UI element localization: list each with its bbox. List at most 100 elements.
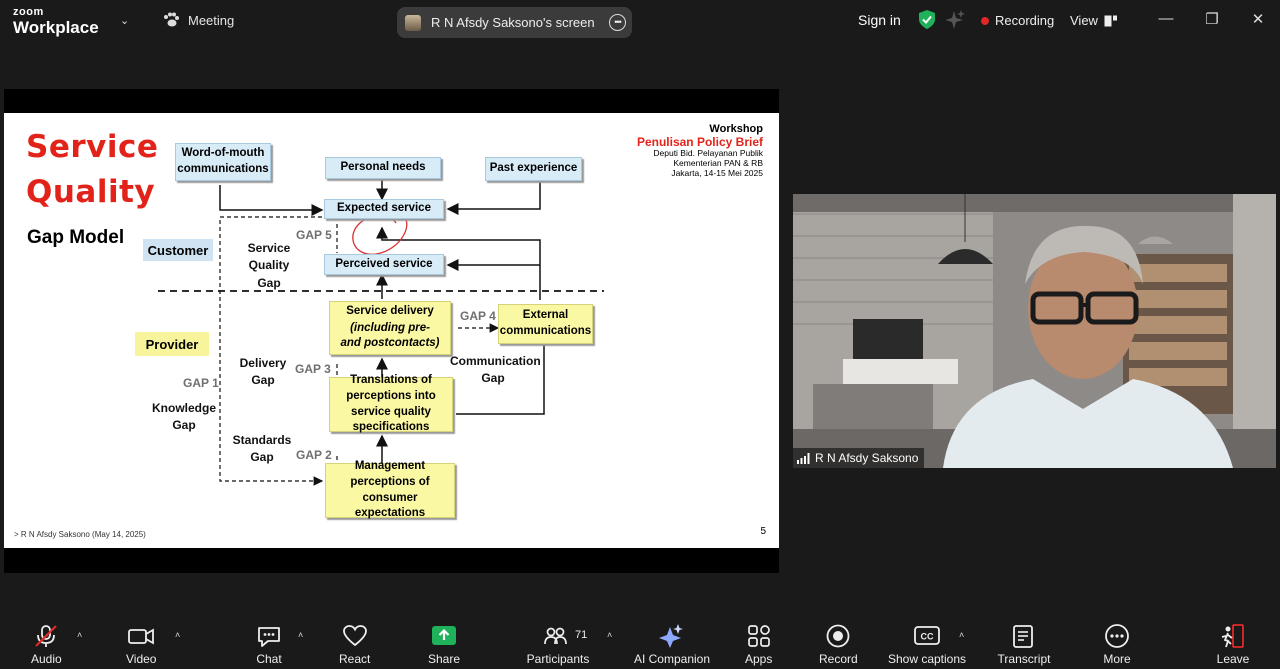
gap3-label: GAP 3 [295,362,331,376]
slide-footer: > R N Afsdy Saksono (May 14, 2025) [14,530,146,539]
customer-label: Customer [143,239,213,261]
more-options-icon[interactable]: ••• [609,14,626,31]
record-icon [826,624,850,648]
participant-name-tag: R N Afsdy Saksono [793,448,925,468]
participants-options-caret[interactable]: ˄ [607,630,612,640]
standards-gap-line2: Gap [250,450,274,465]
chevron-down-icon[interactable]: ⌄ [120,14,129,27]
screen-share-label: R N Afsdy Saksono's screen [431,15,595,30]
gap4-label: GAP 4 [460,309,496,323]
closed-captions-icon: CC [914,626,940,645]
leave-button[interactable]: Leave [1216,624,1250,666]
shield-check-icon[interactable] [919,10,935,29]
gap2-label: GAP 2 [296,448,332,462]
chat-label: Chat [256,652,282,666]
meeting-toolbar: Audio ˄ Video ˄ Chat ˄ React Share Parti… [0,614,1280,669]
audio-options-caret[interactable]: ˄ [77,630,82,640]
view-label: View [1070,13,1098,28]
more-label: More [1103,652,1131,666]
ai-companion-label: AI Companion [633,652,711,666]
recording-dot [981,16,989,25]
audio-label: Audio [31,652,62,666]
communication-gap-label: Communication Gap [450,353,541,388]
video-button[interactable]: Video [126,624,156,666]
knowledge-gap-label: Knowledge Gap [152,400,216,435]
video-label: Video [126,652,157,666]
audio-button[interactable]: Audio [31,624,62,666]
more-ellipsis-icon [1105,624,1129,648]
ai-companion-button[interactable]: AI Companion [632,624,712,666]
video-camera-icon [128,628,155,645]
standards-gap-line1: Standards [232,433,292,447]
meeting-menu[interactable]: Meeting [162,12,234,28]
recording-label: Recording [995,13,1055,28]
translations-box: Translations of perceptions into service… [329,374,453,433]
microphone-muted-icon [35,625,58,647]
chat-button[interactable]: Chat [256,624,282,666]
show-captions-button[interactable]: CC Show captions [887,624,967,666]
delivery-gap-label: Delivery Gap [239,356,287,388]
transcript-button[interactable]: Transcript [997,624,1051,666]
chat-options-caret[interactable]: ˄ [298,630,303,640]
service-delivery-box: Service delivery (including pre-and post… [329,301,451,355]
word-of-mouth-box: Word-of-mouth communications [175,143,271,181]
captions-options-caret[interactable]: ˄ [959,630,964,640]
view-menu[interactable]: View [1070,13,1118,28]
transcript-label: Transcript [997,652,1051,666]
ai-companion-icon [659,624,683,648]
sign-in-link[interactable]: Sign in [858,12,901,28]
meeting-label: Meeting [188,12,235,28]
ai-sparkle-icon[interactable] [946,10,966,30]
transcript-icon [1013,625,1033,648]
service-delivery-title: Service delivery [346,305,434,318]
more-button[interactable]: More [1102,624,1132,666]
heart-icon [342,625,367,647]
layout-icon [1104,15,1117,26]
service-quality-gap-line2: Gap [257,275,281,290]
zoom-workplace-logo[interactable]: zoom Workplace [13,6,99,37]
leave-label: Leave [1216,652,1250,666]
apps-label: Apps [745,652,773,666]
minimize-icon[interactable]: — [1156,10,1176,27]
participant-video-tile[interactable]: R N Afsdy Saksono [793,194,1276,468]
perceived-service-box: Perceived service [324,254,444,275]
apps-button[interactable]: Apps [745,624,772,666]
gap1-label: GAP 1 [183,376,219,390]
share-button[interactable]: Share [428,624,460,666]
provider-label: Provider [135,332,209,356]
video-options-caret[interactable]: ˄ [175,630,180,640]
react-button[interactable]: React [339,624,370,666]
leave-door-icon [1221,624,1244,648]
apps-grid-icon [747,625,770,647]
close-icon[interactable]: ✕ [1248,10,1268,28]
brand-small: zoom [13,6,44,18]
brand-large: Workplace [13,18,99,37]
knowledge-gap-line1: Knowledge [152,401,217,415]
management-perceptions-box: Management perceptions of consumer expec… [325,460,455,519]
paw-icon [164,12,179,27]
record-button[interactable]: Record [819,624,858,666]
presenter-avatar [405,14,421,31]
service-quality-gap-label: Service Quality Gap [226,240,312,292]
video-feed-image [793,194,1276,468]
screen-share-indicator[interactable]: R N Afsdy Saksono's screen ••• [397,7,632,38]
knowledge-gap-line2: Gap [172,418,196,433]
share-label: Share [428,652,461,666]
personal-needs-box: Personal needs [325,157,441,179]
record-label: Record [819,652,858,666]
past-experience-box: Past experience [485,157,582,181]
service-delivery-note: (including pre-and postcontacts) [340,321,440,350]
communication-gap-line2: Gap [481,371,505,386]
slide-page-number: 5 [760,526,766,537]
svg-text:CC: CC [921,632,934,642]
share-screen-icon [432,626,457,645]
recording-indicator[interactable]: Recording [981,13,1054,28]
expected-service-box: Expected service [324,199,444,219]
restore-icon[interactable]: ❐ [1202,10,1222,28]
signal-strength-icon [797,452,810,464]
react-label: React [339,652,371,666]
standards-gap-label: Standards Gap [230,432,294,467]
shared-slide: Service Quality Gap Model Workshop Penul… [4,113,779,548]
participants-label: Participants [526,652,590,666]
top-bar: zoom Workplace ⌄ Meeting R N Afsdy Sakso… [0,0,1280,42]
